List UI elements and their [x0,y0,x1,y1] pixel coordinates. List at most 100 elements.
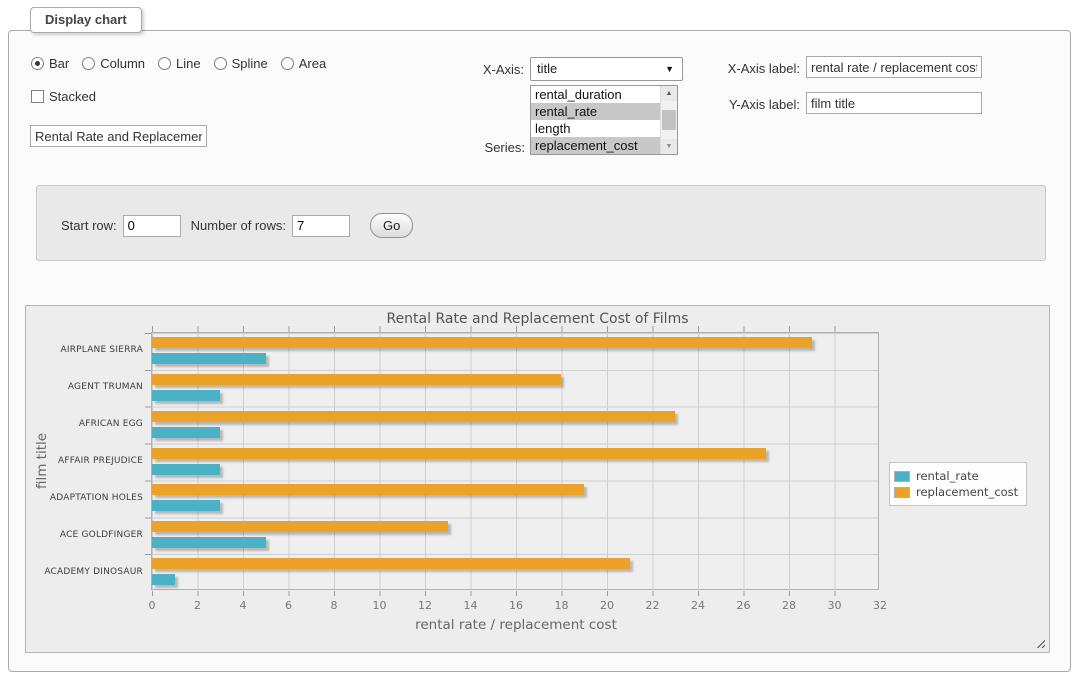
stacked-checkbox[interactable] [31,90,44,103]
bar-rental_rate [152,390,220,401]
x-tick-label: 4 [228,599,258,612]
num-rows-label: Number of rows: [191,218,286,233]
x-tick-label: 20 [592,599,622,612]
go-button[interactable]: Go [370,213,413,238]
x-tick-label: 10 [365,599,395,612]
bar-rental_rate [152,537,266,548]
x-tick-label: 14 [456,599,486,612]
chart-legend: rental_rate replacement_cost [889,462,1027,506]
chart-type-label: Column [100,56,145,71]
chart-type-label: Spline [232,56,268,71]
x-axis-caption: X-Axis: [458,62,524,77]
legend-label: rental_rate [916,469,979,483]
y-axis-label-input[interactable] [806,92,982,114]
chart-type-option-area[interactable]: Area [281,56,326,71]
scroll-down-icon[interactable]: ▼ [661,139,677,154]
x-tick-label: 6 [274,599,304,612]
series-caption: Series: [455,140,525,155]
bar-replacement_cost [152,411,675,422]
chevron-down-icon[interactable]: ▼ [665,58,674,80]
start-row-label: Start row: [61,218,117,233]
chart-type-option-line[interactable]: Line [158,56,201,71]
y-tick-label: ADAPTATION HOLES [26,493,143,503]
x-tick-label: 12 [410,599,440,612]
legend-item-rental_rate: rental_rate [894,469,1018,483]
radio-icon[interactable] [281,57,294,70]
bar-rental_rate [152,500,220,511]
bar-rental_rate [152,574,175,585]
panel-title: Display chart [30,7,142,33]
x-axis-tick-labels: 02468101214161820222426283032 [152,599,880,613]
bar-replacement_cost [152,337,812,348]
x-axis-label-caption: X-Axis label: [698,61,800,76]
chart-title: Rental Rate and Replacement Cost of Film… [26,311,1049,327]
bar-replacement_cost [152,558,630,569]
chart-type-option-column[interactable]: Column [82,56,145,71]
bar-rental_rate [152,353,266,364]
radio-icon[interactable] [158,57,171,70]
num-rows-input[interactable] [292,215,350,237]
x-tick-label: 2 [183,599,213,612]
x-tick-label: 18 [547,599,577,612]
y-tick-label: AGENT TRUMAN [26,382,143,392]
x-axis-selected-value: title [537,61,557,76]
bar-replacement_cost [152,484,584,495]
bar-replacement_cost [152,521,448,532]
chart-type-label: Line [176,56,201,71]
chart-container: Rental Rate and Replacement Cost of Film… [25,305,1050,653]
series-option-rental_duration[interactable]: rental_duration [531,86,660,103]
chart-title-input[interactable] [30,125,207,147]
x2-axis-ticks [152,326,880,332]
x-axis-select[interactable]: title ▼ [530,57,683,81]
series-listbox[interactable]: rental_durationrental_ratelengthreplacem… [530,85,678,155]
x-tick-label: 28 [774,599,804,612]
series-option-rental_rate[interactable]: rental_rate [531,103,660,120]
y-axis-title: film title [34,433,50,489]
scrollbar-thumb[interactable] [662,110,676,130]
series-options[interactable]: rental_durationrental_ratelengthreplacem… [531,86,660,154]
radio-icon[interactable] [214,57,227,70]
x-tick-label: 22 [638,599,668,612]
x-axis-title: rental rate / replacement cost [152,617,880,633]
x-tick-label: 16 [501,599,531,612]
chart-type-label: Area [299,56,326,71]
x-axis-ticks [152,591,880,596]
chart-type-option-spline[interactable]: Spline [214,56,268,71]
resize-handle-icon[interactable] [1034,637,1045,648]
x-tick-label: 0 [137,599,167,612]
x-tick-label: 26 [729,599,759,612]
y-tick-label: ACE GOLDFINGER [26,530,143,540]
stacked-option[interactable]: Stacked [31,89,96,104]
rows-form: Start row: Number of rows: Go [36,185,1046,261]
stacked-label: Stacked [49,89,96,104]
x-tick-label: 8 [319,599,349,612]
legend-swatch-icon [894,487,910,498]
plot-area [151,332,879,590]
bar-replacement_cost [152,448,766,459]
bar-rental_rate [152,464,220,475]
start-row-input[interactable] [123,215,181,237]
legend-label: replacement_cost [916,485,1018,499]
y-tick-label: AFRICAN EGG [26,419,143,429]
y-axis-label-caption: Y-Axis label: [698,97,800,112]
y-tick-label: AIRPLANE SIERRA [26,345,143,355]
series-option-length[interactable]: length [531,120,660,137]
chart-type-label: Bar [49,56,69,71]
radio-icon[interactable] [31,57,44,70]
bar-replacement_cost [152,374,561,385]
y-tick-label: ACADEMY DINOSAUR [26,567,143,577]
bar-rental_rate [152,427,220,438]
x-tick-label: 30 [820,599,850,612]
chart-type-radios: Bar Column Line Spline Area [31,56,339,71]
legend-swatch-icon [894,471,910,482]
x-tick-label: 24 [683,599,713,612]
scroll-up-icon[interactable]: ▲ [661,86,677,101]
chart-type-option-bar[interactable]: Bar [31,56,69,71]
series-scrollbar[interactable]: ▲ ▼ [660,86,677,154]
legend-item-replacement_cost: replacement_cost [894,485,1018,499]
y-axis-ticks [145,333,151,591]
x-tick-label: 32 [865,599,895,612]
radio-icon[interactable] [82,57,95,70]
x-axis-label-input[interactable] [806,56,982,78]
series-option-replacement_cost[interactable]: replacement_cost [531,137,660,154]
